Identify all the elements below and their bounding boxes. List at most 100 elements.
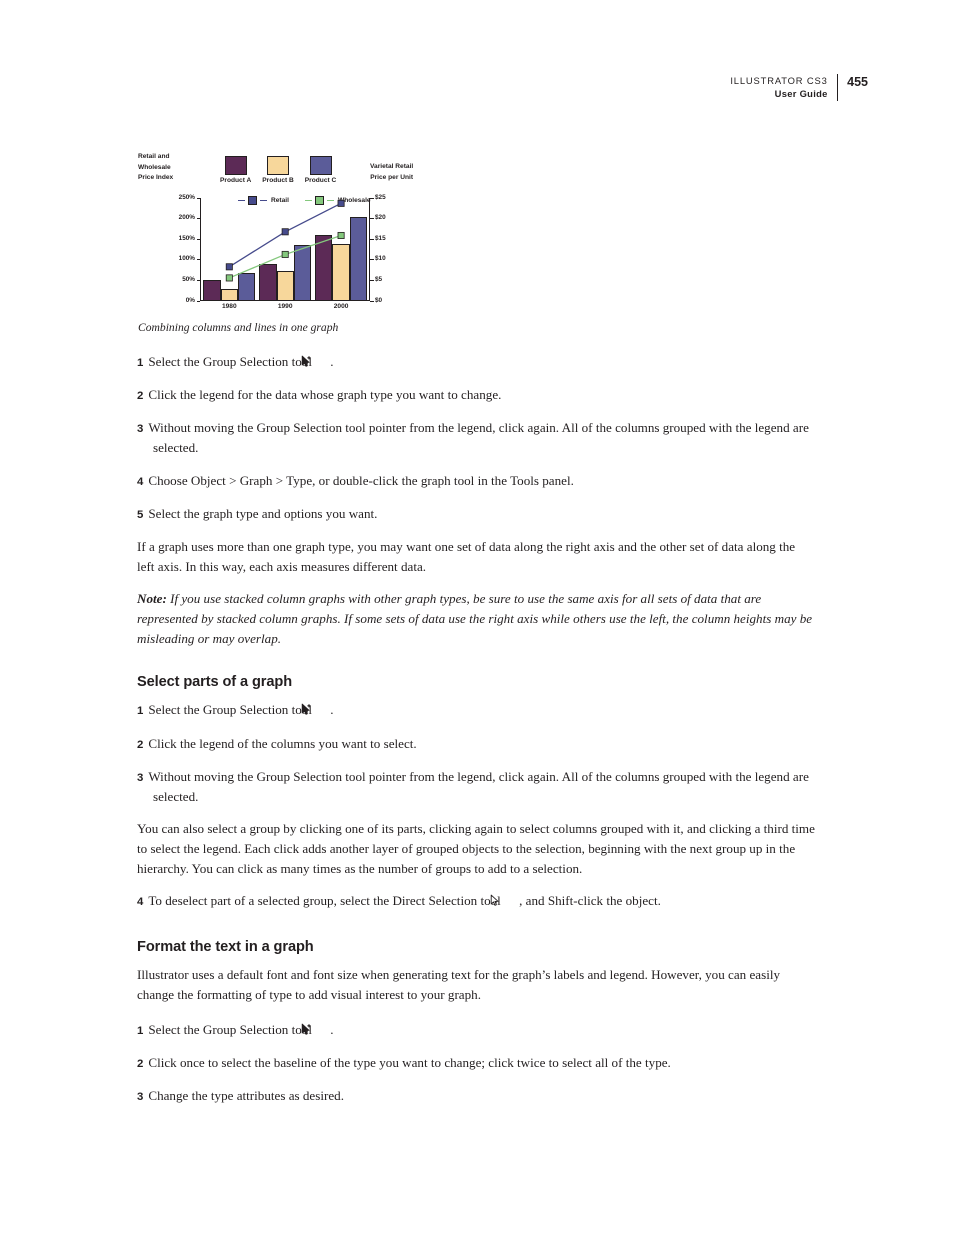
line-series-marker [225,263,233,271]
right-axis-tick-label: $10 [375,255,386,263]
line-series-marker [337,199,345,207]
right-axis-tick-label: $5 [375,276,383,283]
legend-label-product-c: Product C [304,177,337,184]
left-axis-tick-label: 100% [178,255,195,263]
left-axis-tick-label: 0% [185,296,195,304]
numbered-step: 2 Click the legend for the data whose gra… [137,385,815,405]
step-text: Without moving the Group Selection tool … [148,768,809,804]
line-series-marker [281,250,289,258]
numbered-step: 2 Click once to select the baseline of th… [137,1053,815,1073]
numbered-step: 1 Select the Group Selection tool . [137,1020,815,1040]
running-header: ILLUSTRATOR CS3 User Guide 455 [730,74,868,101]
running-header-text: ILLUSTRATOR CS3 User Guide [730,74,836,101]
column-legend: Product A Product B Product C [220,156,336,184]
step-text-after: . [330,702,334,718]
graph-chart: Retail and Wholesale Price Index Varieta… [138,152,438,312]
right-axis-tick [370,218,374,220]
step-number: 2 [137,1057,144,1070]
product-name: ILLUSTRATOR CS3 [730,75,828,86]
right-axis-tick [370,259,374,261]
step-number: 4 [137,475,144,488]
legend-item-product-b: Product B [262,156,294,184]
step-text: To deselect part of a selected group, se… [148,893,505,909]
legend-label-product-b: Product B [262,177,294,184]
left-axis-tick-label: 250% [178,193,195,201]
numbered-step: 1 Select the Group Selection tool . [137,352,815,372]
paragraph-axes: If a graph uses more than one graph type… [137,539,796,574]
step-number: 2 [137,738,144,751]
step-text-after: , and Shift-click the object. [519,893,661,909]
steps-change-graph-type: 1 Select the Group Selection tool . 2 Click… [137,352,815,524]
legend-item-product-c: Product C [304,156,337,184]
steps-format-text: 1 Select the Group Selection tool . 2 Click… [137,1020,815,1106]
steps-select-parts: 1 Select the Group Selection tool . 2 Click… [137,700,815,806]
category-label: 1980 [221,303,237,310]
category-label: 1990 [277,303,293,310]
numbered-step: 3 Without moving the Group Selection tool… [137,767,815,807]
step-text: Select the Group Selection tool [148,1021,316,1037]
right-axis-tick [370,279,374,281]
numbered-step: 3 Without moving the Group Selection tool… [137,418,815,458]
step-text: Click once to select the baseline of the… [148,1054,671,1070]
note-lead: Note: [137,591,167,607]
step-text: Change the type attributes as desired. [148,1087,344,1103]
left-axis-tick-label: 150% [178,234,195,242]
step-number: 2 [137,390,144,403]
right-axis-tick [370,238,374,240]
legend-swatch-product-c [309,156,332,175]
step-number: 1 [137,1024,144,1037]
right-axis-tick [370,197,374,199]
left-axis-tick-label: 200% [178,214,195,222]
numbered-step: 3 Change the type attributes as desired. [137,1086,815,1106]
step-text: Without moving the Group Selection tool … [148,420,809,456]
line-series-marker [225,274,233,282]
heading-format-the-text-in-a-graph: Format the text in a graph [137,939,314,956]
group-selection-tool-icon [302,354,329,367]
note-stacked-columns: Note: If you use stacked column graphs w… [137,589,815,648]
left-axis-title: Retail and Wholesale Price Index [138,153,174,182]
note-body: If you use stacked column graphs with ot… [137,591,813,646]
direct-selection-tool-icon [490,893,518,907]
plot-area: 0% 50% 100% 150% 200% 250% $0 $5 $10 $15 $20 $25 1… [179,194,386,310]
legend-swatch-product-a [224,156,247,175]
step-number: 4 [137,896,144,909]
step-number: 3 [137,423,144,436]
page-content: 1 Select the Group Selection tool . 2 Click… [137,352,815,1119]
left-axis-tick-label: 50% [182,276,195,283]
legend-swatch-product-b [267,156,290,175]
numbered-step: 5 Select the graph type and options you w… [137,504,815,524]
step-text: Select the Group Selection tool [148,702,316,718]
figure-caption: Combining columns and lines in one graph [138,321,339,334]
right-axis-tick-label: $0 [375,296,383,304]
group-selection-tool-icon [302,702,329,716]
line-series-marker [337,231,345,239]
step-number: 5 [137,509,144,522]
step-text: Choose Object > Graph > Type, or double-… [148,472,574,488]
step-text: Select the graph type and options you wa… [148,506,378,522]
right-axis-tick [370,300,374,302]
paragraph-select-group: You can also select a group by clicking … [137,821,815,876]
numbered-step: 2 Click the legend of the columns you wan… [137,734,815,754]
step-text: Select the Group Selection tool [148,354,316,369]
paragraph-format-text: Illustrator uses a default font and font… [137,967,781,1003]
step-deselect-part: 4 To deselect part of a selected group, s… [137,891,815,911]
numbered-step: 4 To deselect part of a selected group, s… [137,891,815,911]
line-series-marker [281,228,289,236]
step-number: 3 [137,771,144,784]
step-text-after: . [330,354,334,369]
step-text-after: . [330,1021,334,1037]
step-text: Click the legend for the data whose grap… [148,387,502,403]
right-axis-tick-label: $20 [375,214,386,222]
right-axis-tick-label: $25 [375,193,386,201]
heading-select-parts-of-a-graph: Select parts of a graph [137,674,293,691]
step-number: 1 [137,705,144,718]
right-axis-title: Varietal Retail Price per Unit [370,163,414,181]
category-label: 2000 [333,303,349,310]
numbered-step: 4 Choose Object > Graph > Type, or double… [137,471,815,491]
step-number: 3 [137,1090,144,1103]
step-text: Click the legend of the columns you want… [148,735,417,751]
group-selection-tool-icon [302,1022,329,1035]
page-number: 455 [847,75,868,89]
legend-item-product-a: Product A [220,156,251,184]
legend-label-product-a: Product A [220,177,252,184]
